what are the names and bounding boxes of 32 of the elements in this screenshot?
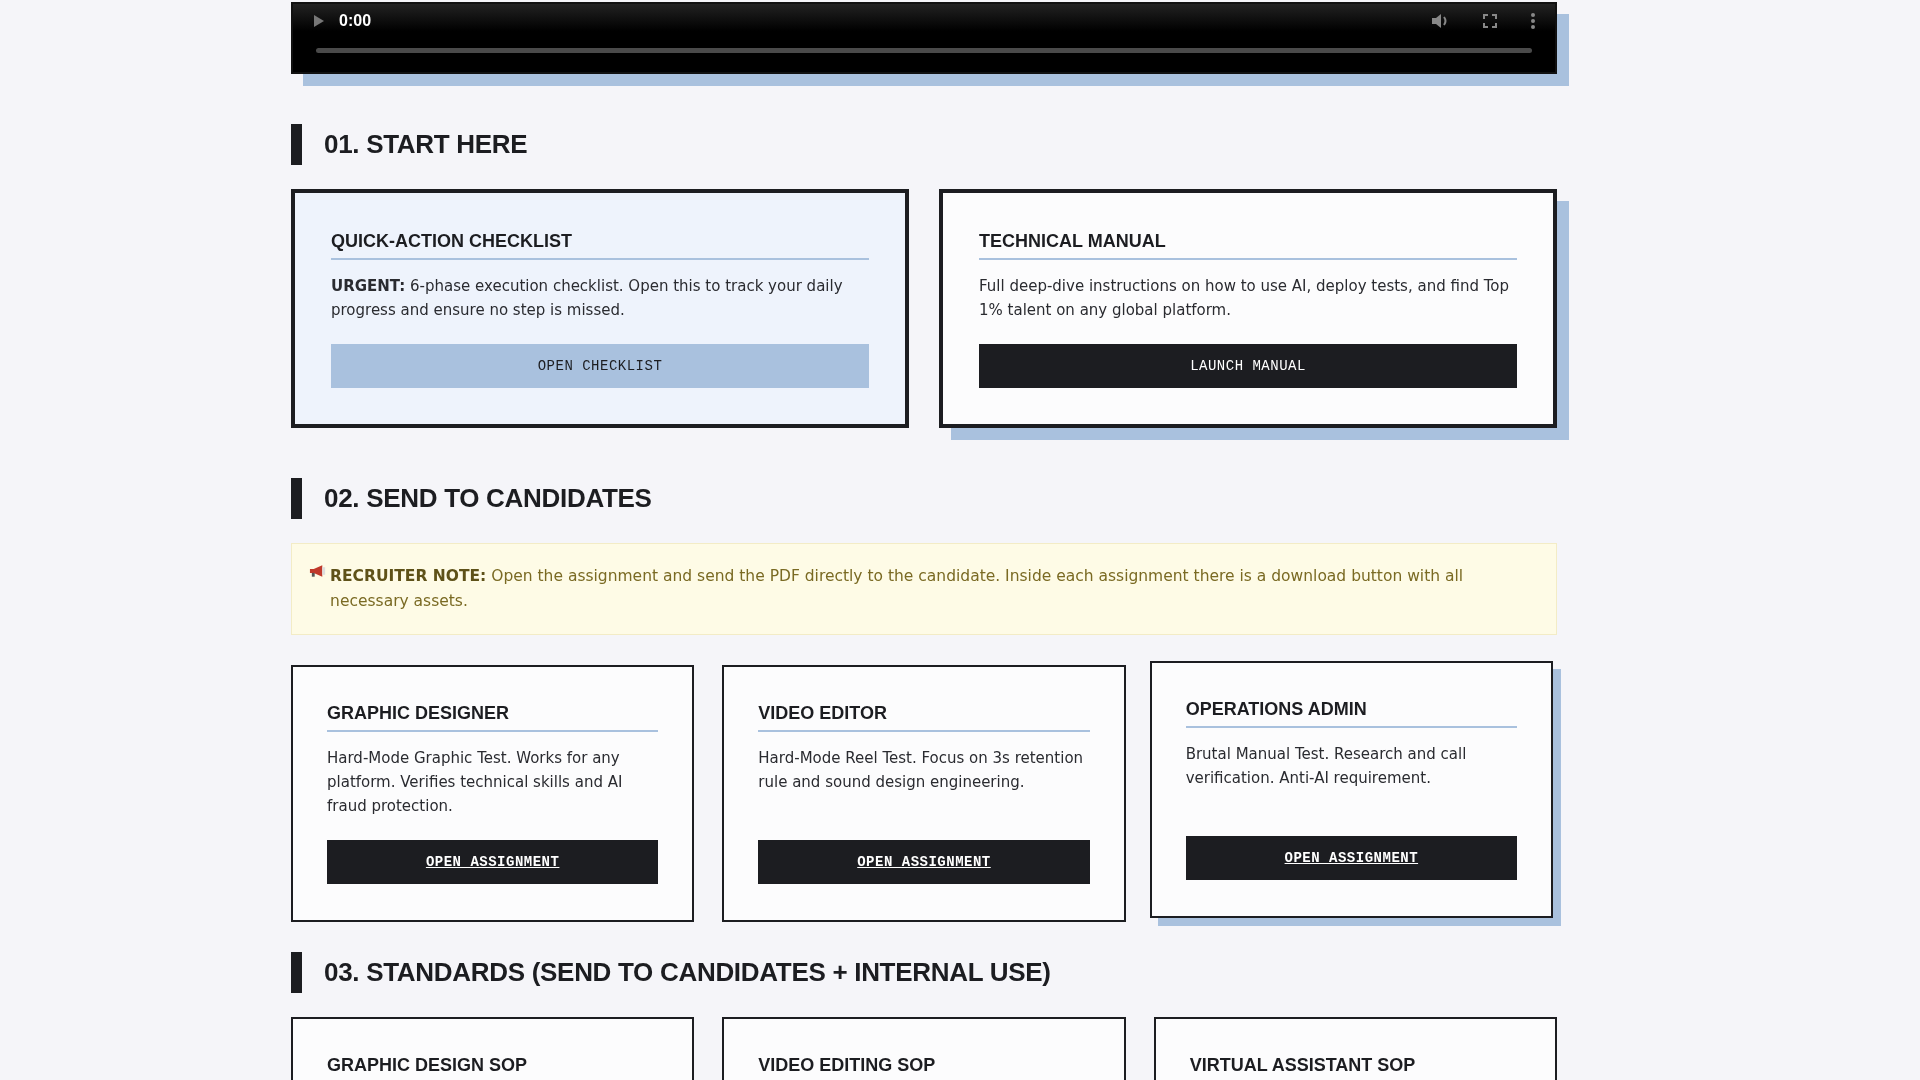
- note-text: RECRUITER NOTE: Open the assignment and send the PDF directly to the candidate. Inside each assignment there is a download button with all necessary assets.: [330, 566, 1465, 612]
- card-description: Brutal Manual Test. Research and call verification. Anti-AI requirement.: [1185, 744, 1468, 789]
- section-marker: [291, 478, 302, 519]
- card-description: Hard-Mode Graphic Test. Works for any platform. Verifies technical skills and AI fraud protection.: [327, 748, 624, 817]
- megaphone-icon: [309, 564, 327, 578]
- card-title: GRAPHIC DESIGNER: [327, 703, 659, 732]
- action-button[interactable]: LAUNCH MANUAL: [979, 344, 1517, 388]
- section-marker: [291, 124, 302, 165]
- open-assignment-button[interactable]: OPEN ASSIGNMENT: [1185, 836, 1517, 880]
- section-heading: 02. SEND TO CANDIDATES: [324, 483, 652, 514]
- card-title: QUICK-ACTION CHECKLIST: [331, 231, 869, 260]
- card-title: VIDEO EDITING SOP: [758, 1055, 1090, 1080]
- fullscreen-icon[interactable]: [1483, 14, 1497, 28]
- section-heading: 01. START HERE: [324, 129, 528, 160]
- video-time: 0:00: [339, 12, 372, 30]
- card-description: Hard-Mode Reel Test. Focus on 3s retention rule and sound design engineering.: [758, 748, 1085, 793]
- progress-track[interactable]: [316, 48, 1532, 53]
- action-button[interactable]: OPEN CHECKLIST: [331, 344, 869, 388]
- more-icon[interactable]: [1531, 13, 1535, 29]
- volume-icon[interactable]: [1431, 13, 1449, 29]
- card-description: Full deep-dive instructions on how to use AI, deploy tests, and find Top 1% talent on any global platform.: [979, 276, 1510, 321]
- open-assignment-button[interactable]: OPEN ASSIGNMENT: [327, 840, 659, 884]
- open-assignment-button[interactable]: OPEN ASSIGNMENT: [758, 840, 1090, 884]
- section-heading: 03. STANDARDS (SEND TO CANDIDATES + INTERNAL USE): [324, 957, 1051, 988]
- section-marker: [291, 952, 302, 993]
- card-description: URGENT: 6-phase execution checklist. Open this to track your daily progress and ensure no step is missed.: [331, 276, 844, 321]
- card-title: VIDEO EDITOR: [758, 703, 1090, 732]
- card-title: GRAPHIC DESIGN SOP: [327, 1055, 659, 1080]
- card-title: VIRTUAL ASSISTANT SOP: [1189, 1055, 1521, 1080]
- card-title: OPERATIONS ADMIN: [1185, 699, 1517, 728]
- card-title: TECHNICAL MANUAL: [979, 231, 1517, 260]
- play-icon[interactable]: [313, 14, 325, 28]
